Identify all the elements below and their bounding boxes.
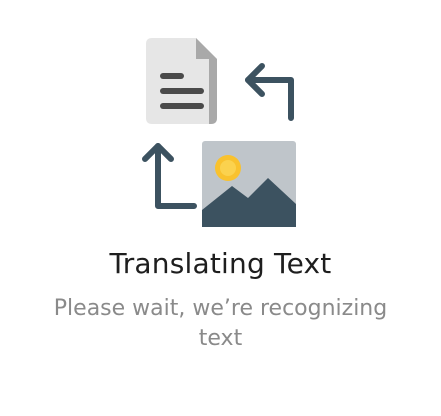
status-title: Translating Text xyxy=(109,247,332,280)
arrow-return-icon xyxy=(245,63,294,121)
arrow-up-icon xyxy=(142,143,197,209)
status-message: Please wait, we’re recognizing text xyxy=(53,296,388,351)
image-icon xyxy=(202,141,296,227)
translation-illustration xyxy=(142,38,296,227)
translation-progress-screen: Translating Text Please wait, we’re reco… xyxy=(0,0,441,416)
document-icon xyxy=(146,38,217,124)
